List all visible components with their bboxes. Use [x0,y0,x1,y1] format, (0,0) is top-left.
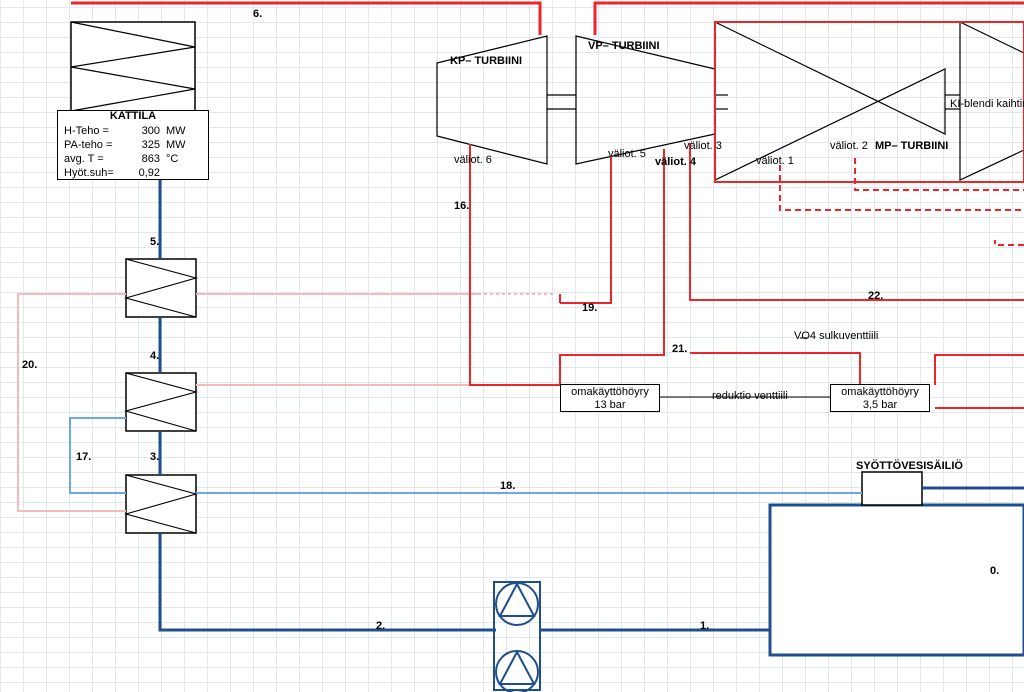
kattila-box: KATTILA H-Teho =300MW PA-teho =325MW avg… [57,110,209,180]
omak-35bar-box: omakäyttöhöyry 3,5 bar [830,384,930,412]
kattila-title: KATTILA [110,110,156,122]
stream-22: 22. [868,290,883,302]
omak-13bar-box: omakäyttöhöyry 13 bar [560,384,660,412]
vo4-label: VO4 sulkuventtiili [794,330,878,342]
stream-4: 4. [150,350,159,362]
stream-20: 20. [22,359,37,371]
diagram-svg [0,0,1024,692]
stream-5: 5. [150,236,159,248]
valiot-4: väliot. 4 [655,156,696,168]
omak1-sub: 13 bar [561,399,659,412]
omak2-sub: 3,5 bar [831,399,929,412]
valiot-6: väliot. 6 [454,154,492,166]
stream-16: 16. [454,200,469,212]
stream-18: 18. [500,480,515,492]
reduktio-label: reduktio venttiili [712,390,788,402]
kl-blendikaihdin-label: KI-blendi kaihtir [950,98,1024,110]
stream-6: 6. [253,8,262,20]
omak2-title: omakäyttöhöyry [831,386,929,399]
kp-turbine-label: KP– TURBIINI [450,55,522,67]
valiot-2: väliot. 2 [830,140,868,152]
stream-19: 19. [582,302,597,314]
mp-turbine-label: MP– TURBIINI [875,140,948,152]
stream-1: 1. [700,620,709,632]
stream-3: 3. [150,451,159,463]
kattila-rows: H-Teho =300MW PA-teho =325MW avg. T =863… [64,124,202,180]
stream-0: 0. [990,565,999,577]
stream-9: 9. [790,0,799,2]
valiot-5: väliot. 5 [608,148,646,160]
valiot-1: väliot. 1 [756,155,794,167]
stream-2: 2. [376,620,385,632]
stream-17: 17. [76,451,91,463]
stream-21: 21. [672,343,687,355]
vp-turbine-label: VP– TURBIINI [588,40,660,52]
syotto-title: SYÖTTÖVESISÄILIÖ [856,460,963,472]
valiot-3: väliot. 3 [684,140,722,152]
omak1-title: omakäyttöhöyry [561,386,659,399]
